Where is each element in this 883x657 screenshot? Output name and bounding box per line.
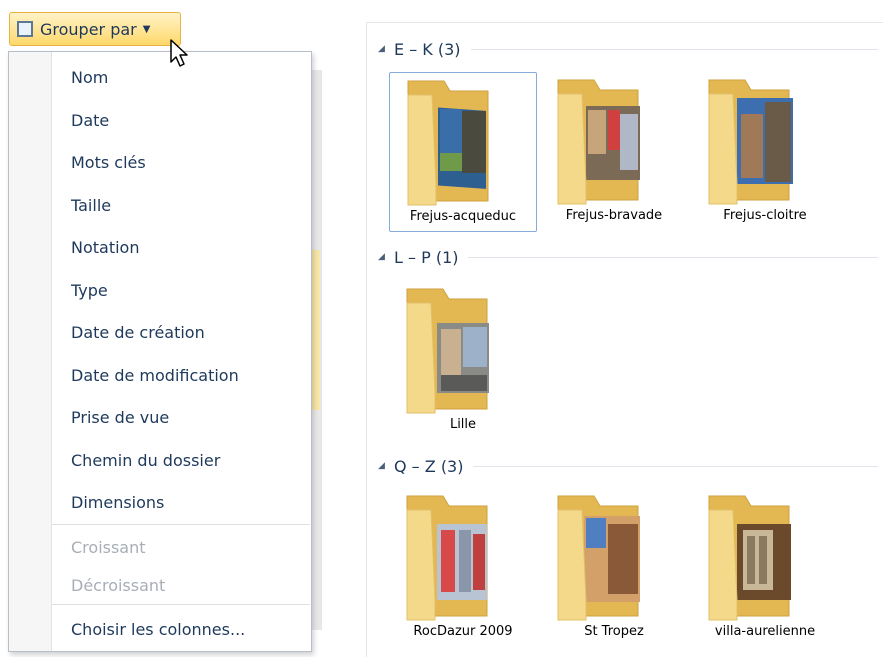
menu-item-prise-de-vue[interactable]: Prise de vue: [52, 396, 310, 438]
group-header-q-z[interactable]: ◢ Q – Z (3): [378, 455, 878, 477]
folder-item[interactable]: Lille: [389, 281, 537, 441]
menu-item-label: Date de création: [71, 322, 205, 342]
collapse-triangle-icon: ◢: [378, 461, 385, 471]
folder-icon: [557, 79, 640, 205]
folder-item[interactable]: St Tropez: [540, 488, 688, 648]
menu-separator: [52, 524, 310, 525]
group-header-divider: [468, 256, 878, 258]
menu-icon-gutter: [9, 52, 52, 651]
menu-item-label: Notation: [71, 237, 140, 257]
folder-name: Frejus-bravade: [565, 208, 663, 223]
folder-icon: [708, 79, 793, 205]
folder-name: St Tropez: [584, 624, 644, 639]
folder-item[interactable]: RocDazur 2009: [389, 488, 537, 648]
menu-item-taille[interactable]: Taille: [52, 184, 310, 226]
menu-item-label: Taille: [71, 195, 112, 215]
group-by-icon: [17, 21, 33, 37]
menu-item-label: Chemin du dossier: [71, 450, 221, 470]
folder-name: villa-aurelienne: [714, 624, 816, 639]
collapse-triangle-icon: ◢: [378, 44, 385, 54]
menu-item-label: Type: [71, 280, 108, 300]
menu-item-label: Dimensions: [71, 492, 165, 512]
folder-icon: [406, 288, 489, 414]
menu-item-label: Nom: [71, 67, 109, 87]
menu-item-label: Choisir les colonnes...: [71, 619, 246, 639]
folder-item[interactable]: Frejus-acqueduc: [389, 72, 537, 232]
folder-item[interactable]: Frejus-bravade: [540, 72, 688, 232]
menu-separator: [52, 604, 310, 605]
group-header-label: Q – Z (3): [394, 456, 464, 476]
chevron-down-icon: ▼: [142, 23, 151, 35]
group-header-e-k[interactable]: ◢ E – K (3): [378, 38, 878, 60]
menu-item-date[interactable]: Date: [52, 99, 310, 141]
group-header-divider: [473, 465, 878, 467]
group-by-menu: Nom Date Mots clés Taille Notation Type …: [8, 51, 312, 652]
menu-item-label: Croissant: [71, 537, 146, 557]
menu-item-choisir-colonnes[interactable]: Choisir les colonnes...: [52, 608, 310, 650]
menu-item-notation[interactable]: Notation: [52, 226, 310, 268]
menu-item-label: Date: [71, 110, 110, 130]
folder-icon: [406, 495, 488, 621]
folder-name: Lille: [449, 417, 477, 432]
menu-item-decroissant: Décroissant: [52, 564, 310, 606]
mouse-cursor-icon: [170, 39, 188, 67]
folder-name: Frejus-acqueduc: [409, 209, 517, 224]
menu-item-chemin-dossier[interactable]: Chemin du dossier: [52, 439, 310, 481]
folder-icon: [407, 80, 489, 206]
menu-item-date-modification[interactable]: Date de modification: [52, 354, 310, 396]
group-header-divider: [470, 48, 878, 50]
menu-item-label: Décroissant: [71, 575, 166, 595]
group-by-label: Grouper par: [40, 19, 137, 39]
folder-item[interactable]: villa-aurelienne: [691, 488, 839, 648]
menu-item-dimensions[interactable]: Dimensions: [52, 481, 310, 523]
group-by-button[interactable]: Grouper par ▼: [9, 12, 181, 46]
group-header-label: E – K (3): [394, 39, 461, 59]
menu-item-croissant: Croissant: [52, 526, 310, 568]
collapse-triangle-icon: ◢: [378, 252, 385, 262]
menu-item-type[interactable]: Type: [52, 269, 310, 311]
menu-item-label: Date de modification: [71, 365, 239, 385]
folder-name: RocDazur 2009: [413, 624, 513, 639]
folder-icon: [557, 495, 640, 621]
menu-item-label: Prise de vue: [71, 407, 170, 427]
menu-item-date-creation[interactable]: Date de création: [52, 311, 310, 353]
folder-item[interactable]: Frejus-cloitre: [691, 72, 839, 232]
folder-name: Frejus-cloitre: [723, 208, 807, 223]
menu-item-label: Mots clés: [71, 152, 146, 172]
folder-icon: [708, 495, 791, 621]
group-header-l-p[interactable]: ◢ L – P (1): [378, 246, 878, 268]
group-header-label: L – P (1): [394, 247, 459, 267]
menu-item-mots-cles[interactable]: Mots clés: [52, 141, 310, 183]
